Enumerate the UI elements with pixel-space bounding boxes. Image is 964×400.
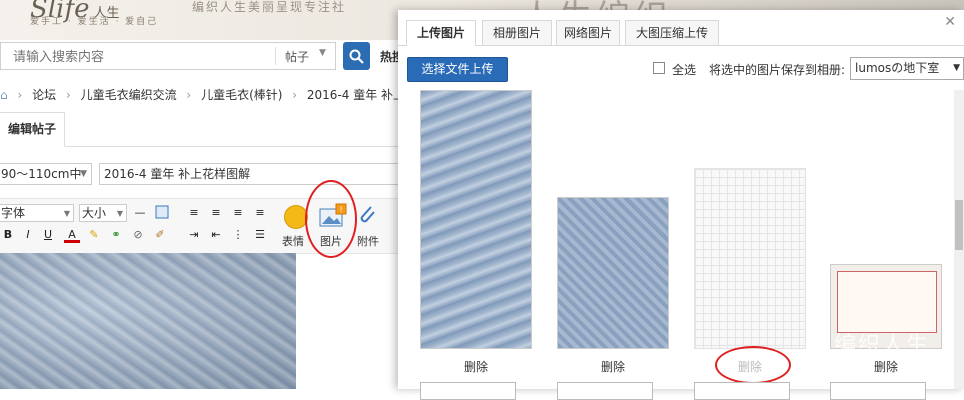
breadcrumb: ⌂ › 论坛 › 儿童毛衣编织交流 › 儿童毛衣(棒针) › 2016-4 童年… [0, 86, 423, 103]
table-icon[interactable] [154, 205, 170, 221]
chevron-down-icon: ▼ [63, 209, 70, 218]
delete-image-button[interactable]: 删除 [420, 358, 532, 375]
highlight-circle [715, 346, 791, 384]
image-description-input[interactable] [830, 382, 926, 400]
album-value: lumosの地下室 [855, 61, 940, 75]
underline-icon[interactable]: U [40, 227, 56, 243]
highlight-icon[interactable]: ✎ [86, 227, 102, 243]
align-right-icon[interactable]: ≡ [230, 205, 246, 221]
attachment-button[interactable]: 附件 [355, 203, 385, 249]
emoji-label: 表情 [282, 235, 304, 248]
link-icon[interactable]: ⚭ [108, 227, 124, 243]
image-description-input[interactable] [557, 382, 653, 400]
ordered-list-icon[interactable]: ⋮ [230, 227, 246, 243]
photo-shade [0, 253, 296, 389]
bold-icon[interactable]: B [0, 227, 16, 243]
select-file-upload-button[interactable]: 选择文件上传 [407, 57, 508, 82]
breadcrumb-separator: › [292, 88, 298, 102]
highlight-circle [305, 180, 357, 258]
emoji-button[interactable]: 表情 [282, 203, 308, 249]
select-all-label: 全选 [672, 63, 697, 77]
breadcrumb-separator: › [17, 88, 23, 102]
align-justify-icon[interactable]: ≡ [252, 205, 268, 221]
tab-compress-upload[interactable]: 大图压缩上传 [625, 20, 719, 45]
post-title-input[interactable]: 2016-4 童年 补上花样图解 [99, 163, 399, 185]
search-input[interactable] [1, 43, 285, 71]
dialog-tab-bar: 上传图片 相册图片 网络图片 大图压缩上传 ✕ [398, 10, 964, 46]
tab-web-image[interactable]: 网络图片 [556, 20, 620, 45]
editor-image-preview [0, 253, 296, 389]
horizontal-rule-icon[interactable]: — [132, 205, 148, 221]
image-description-input[interactable] [694, 382, 790, 400]
chevron-down-icon[interactable]: ▼ [319, 48, 326, 58]
italic-icon[interactable]: I [20, 227, 36, 243]
search-icon [349, 49, 364, 64]
diagram-preview [837, 271, 937, 333]
font-family-value: 字体 [1, 206, 26, 220]
watermark-text: 编织人生 [834, 333, 931, 358]
save-to-album-label: 将选中的图片保存到相册: [709, 63, 846, 77]
align-left-icon[interactable]: ≡ [186, 205, 202, 221]
font-size-value: 大小 [82, 206, 107, 220]
tab-edit-post[interactable]: 编辑帖子 [0, 112, 65, 147]
image-upload-dialog: 上传图片 相册图片 网络图片 大图压缩上传 ✕ 选择文件上传 全选 将选中的图片… [398, 10, 964, 400]
scrollbar-thumb[interactable] [955, 200, 963, 250]
category-select[interactable]: 90～110cm中 ▼ [0, 163, 92, 185]
tab-album-image[interactable]: 相册图片 [482, 20, 552, 45]
breadcrumb-item[interactable]: 儿童毛衣(棒针) [201, 88, 282, 102]
editor-tab-bar: 编辑帖子 [0, 112, 398, 147]
search-box: 帖子 ▼ [0, 42, 336, 71]
search-scope-select[interactable]: 帖子 [285, 48, 309, 65]
indent-icon[interactable]: ⇥ [186, 227, 202, 243]
home-icon[interactable]: ⌂ [0, 88, 8, 102]
breadcrumb-item[interactable]: 儿童毛衣编织交流 [81, 88, 177, 102]
dialog-scrollbar[interactable] [954, 90, 964, 389]
clear-format-icon[interactable]: ✐ [152, 227, 168, 243]
unordered-list-icon[interactable]: ☰ [252, 227, 268, 243]
search-button[interactable] [343, 42, 370, 70]
album-select[interactable]: lumosの地下室 ▼ [850, 57, 964, 80]
uploaded-image-thumbnail[interactable] [420, 90, 532, 349]
delete-image-button[interactable]: 删除 [557, 358, 669, 375]
banner-text: 编织人生美丽呈现专注社 [192, 0, 347, 14]
uploaded-image-thumbnail[interactable] [557, 197, 669, 349]
image-description-input[interactable] [420, 382, 516, 400]
outdent-icon[interactable]: ⇤ [208, 227, 224, 243]
breadcrumb-separator: › [186, 88, 192, 102]
font-color-icon[interactable]: A [64, 227, 80, 243]
chevron-down-icon: ▼ [953, 63, 960, 73]
site-slogan: 爱手工 · 爱生活 · 爱自己 [30, 17, 159, 27]
paperclip-icon [360, 206, 375, 223]
tab-upload-image[interactable]: 上传图片 [406, 20, 476, 46]
chevron-down-icon: ▼ [116, 209, 123, 218]
close-icon[interactable]: ✕ [944, 14, 956, 30]
font-family-select[interactable]: 字体 ▼ [0, 204, 74, 222]
unlink-icon[interactable]: ⊘ [130, 227, 146, 243]
breadcrumb-separator: › [65, 88, 71, 102]
breadcrumb-item[interactable]: 论坛 [32, 88, 56, 102]
uploaded-image-thumbnail[interactable] [694, 168, 806, 349]
search-divider [275, 47, 276, 65]
select-all-checkbox[interactable] [653, 62, 665, 74]
chevron-down-icon: ▼ [80, 169, 87, 179]
category-value: 90～110cm中 [1, 167, 82, 181]
align-center-icon[interactable]: ≡ [208, 205, 224, 221]
attachment-label: 附件 [357, 235, 379, 248]
delete-image-button[interactable]: 删除 [830, 358, 942, 375]
font-size-select[interactable]: 大小 ▼ [79, 204, 127, 222]
